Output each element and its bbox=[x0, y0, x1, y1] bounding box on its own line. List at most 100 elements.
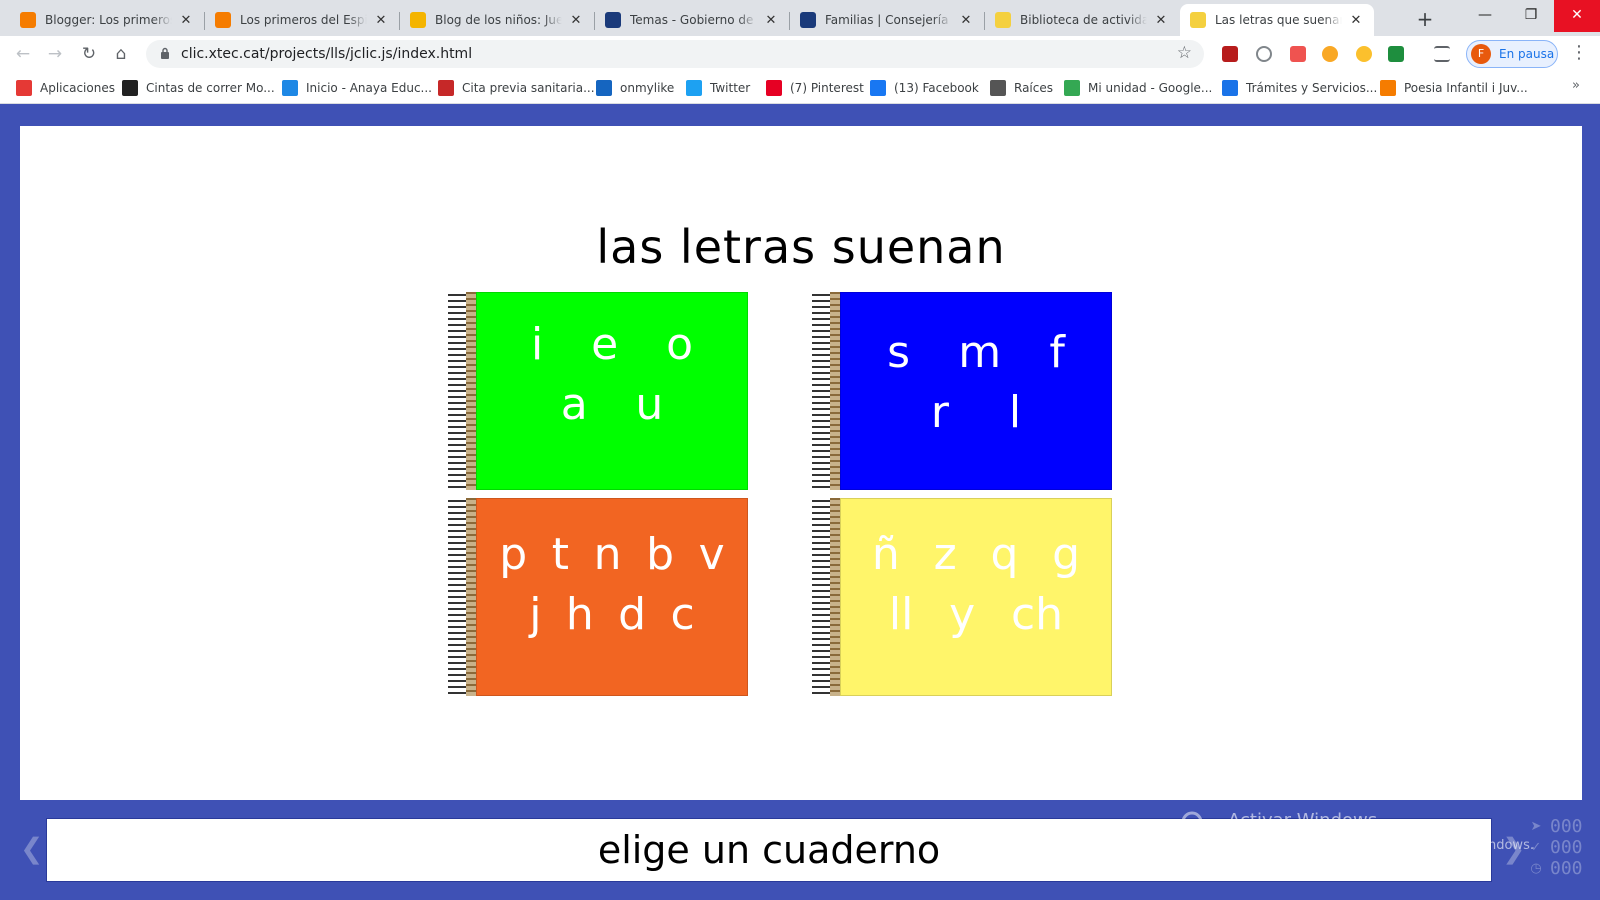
reload-button[interactable]: ↻ bbox=[76, 41, 102, 67]
tab-title: Familias | Consejería de Educación bbox=[825, 13, 952, 27]
letter: y bbox=[949, 589, 976, 640]
browser-tab[interactable]: Familias | Consejería de Educación ✕ bbox=[790, 4, 984, 36]
tab-title: Biblioteca de actividades bbox=[1020, 13, 1147, 27]
notebook-vowels[interactable]: ieo au bbox=[448, 292, 748, 490]
letter: g bbox=[1052, 529, 1081, 580]
tab-title: Los primeros del Espinillo bbox=[240, 13, 367, 27]
google-drive-icon bbox=[1064, 80, 1080, 96]
blogger-icon bbox=[215, 12, 231, 28]
bookmark-label: Raíces bbox=[1014, 81, 1053, 95]
activity-title: las letras suenan bbox=[596, 220, 1006, 274]
bookmark-item[interactable]: Aplicaciones bbox=[16, 79, 115, 97]
minimize-button[interactable]: — bbox=[1462, 0, 1508, 32]
restore-button[interactable]: ❐ bbox=[1508, 0, 1554, 32]
back-button[interactable]: ← bbox=[10, 41, 36, 67]
letter: z bbox=[933, 529, 957, 580]
pdf-extension-icon[interactable] bbox=[1222, 46, 1238, 62]
browser-tab[interactable]: Blogger: Los primeros del Espinillo ✕ bbox=[10, 4, 204, 36]
browser-tab[interactable]: Las letras que suenan ✕ bbox=[1180, 4, 1374, 36]
bookmark-item[interactable]: (13) Facebook bbox=[870, 79, 979, 97]
browser-tab[interactable]: Los primeros del Espinillo ✕ bbox=[205, 4, 399, 36]
extension-circle-icon[interactable] bbox=[1256, 46, 1272, 62]
score-value: 000 bbox=[1550, 837, 1583, 858]
notebook-cover[interactable]: ieo au bbox=[476, 292, 748, 490]
twitter-icon bbox=[686, 80, 702, 96]
letter-row: smf bbox=[841, 327, 1111, 378]
bookmark-label: (13) Facebook bbox=[894, 81, 979, 95]
tab-close-icon[interactable]: ✕ bbox=[958, 13, 974, 28]
address-bar[interactable]: clic.xtec.cat/projects/lls/jclic.js/inde… bbox=[146, 40, 1204, 68]
letter: a bbox=[560, 379, 588, 430]
bookmark-item[interactable]: onmylike bbox=[596, 79, 674, 97]
bookmark-item[interactable]: Raíces bbox=[990, 79, 1053, 97]
notebook-cover[interactable]: ñ z q g ll y ch bbox=[840, 498, 1112, 696]
coat-of-arms-icon bbox=[800, 12, 816, 28]
new-tab-button[interactable]: + bbox=[1412, 6, 1438, 32]
bookmark-item[interactable]: Cintas de correr Mo... bbox=[122, 79, 275, 97]
browser-tab[interactable]: Biblioteca de actividades ✕ bbox=[985, 4, 1179, 36]
notebook-ptnbv[interactable]: ptnbv jhdc bbox=[448, 498, 748, 696]
activity-stage: las letras suenan ieoausmfrlptnbvjhdcñzq… bbox=[20, 126, 1582, 800]
letter: ñ bbox=[871, 529, 900, 580]
letter: u bbox=[635, 379, 664, 430]
browser-menu-icon[interactable]: ⋮ bbox=[1570, 42, 1588, 63]
window-close-button[interactable]: ✕ bbox=[1554, 0, 1600, 32]
notebook-cover[interactable]: ptnbv jhdc bbox=[476, 498, 748, 696]
notebook-nzqg[interactable]: ñ z q g ll y ch bbox=[812, 498, 1112, 696]
bookmark-item[interactable]: Cita previa sanitaria... bbox=[438, 79, 595, 97]
forward-button[interactable]: → bbox=[42, 41, 68, 67]
browser-tab[interactable]: Temas - Gobierno de Canarias ✕ bbox=[595, 4, 789, 36]
avatar: F bbox=[1471, 44, 1491, 64]
lock-icon[interactable] bbox=[160, 47, 170, 59]
letter: e bbox=[591, 319, 619, 370]
browser-tab[interactable]: Blog de los niños: Juegos ✕ bbox=[400, 4, 594, 36]
bookmark-item[interactable]: Inicio - Anaya Educ... bbox=[282, 79, 432, 97]
letter: ch bbox=[1010, 589, 1064, 640]
letter: f bbox=[1049, 327, 1065, 378]
letter: q bbox=[990, 529, 1019, 580]
browser-toolbar: ← → ↻ ⌂ clic.xtec.cat/projects/lls/jclic… bbox=[0, 36, 1600, 72]
bookmark-item[interactable]: Mi unidad - Google... bbox=[1064, 79, 1212, 97]
tab-close-icon[interactable]: ✕ bbox=[1348, 13, 1364, 28]
search-extension-icon[interactable] bbox=[1322, 46, 1338, 62]
tab-title: Blogger: Los primeros del Espinillo bbox=[45, 13, 172, 27]
facebook-icon bbox=[870, 80, 886, 96]
bookmark-item[interactable]: Poesia Infantil i Juv... bbox=[1380, 79, 1528, 97]
home-extension-icon[interactable] bbox=[1356, 46, 1372, 62]
letter: o bbox=[666, 319, 694, 370]
letter: h bbox=[565, 589, 594, 640]
profile-status: En pausa bbox=[1499, 47, 1555, 61]
tab-title: Temas - Gobierno de Canarias bbox=[630, 13, 757, 27]
notebook-cover[interactable]: smfrl bbox=[840, 292, 1112, 490]
home-button[interactable]: ⌂ bbox=[108, 41, 134, 67]
bookmark-item[interactable]: Trámites y Servicios... bbox=[1222, 79, 1377, 97]
check-extension-icon[interactable] bbox=[1388, 46, 1404, 62]
bookmark-label: Poesia Infantil i Juv... bbox=[1404, 81, 1528, 95]
bookmark-label: Mi unidad - Google... bbox=[1088, 81, 1213, 95]
bookmark-star-icon[interactable]: ☆ bbox=[1177, 43, 1192, 63]
letter: s bbox=[887, 327, 911, 378]
bookmark-label: Aplicaciones bbox=[40, 81, 115, 95]
profile-button[interactable]: F En pausa bbox=[1466, 40, 1558, 68]
media-queue-icon[interactable] bbox=[1434, 46, 1450, 62]
tab-close-icon[interactable]: ✕ bbox=[763, 13, 779, 28]
more-bookmarks-icon[interactable]: » bbox=[1572, 78, 1580, 93]
notebook-smf[interactable]: smfrl bbox=[812, 292, 1112, 490]
bookmark-item[interactable]: (7) Pinterest bbox=[766, 79, 864, 97]
pocket-extension-icon[interactable] bbox=[1290, 46, 1306, 62]
tab-close-icon[interactable]: ✕ bbox=[178, 13, 194, 28]
letter: b bbox=[646, 529, 675, 580]
bookmark-label: Trámites y Servicios... bbox=[1246, 81, 1378, 95]
letter: c bbox=[670, 589, 695, 640]
letter-row: ll y ch bbox=[841, 589, 1111, 640]
url-text[interactable]: clic.xtec.cat/projects/lls/jclic.js/inde… bbox=[181, 46, 472, 62]
tab-close-icon[interactable]: ✕ bbox=[373, 13, 389, 28]
bookmark-label: onmylike bbox=[620, 81, 675, 95]
previous-activity-button[interactable]: ❮ bbox=[20, 832, 43, 865]
jclic-player: las letras suenan ieoausmfrlptnbvjhdcñzq… bbox=[0, 104, 1600, 900]
pinterest-icon bbox=[766, 80, 782, 96]
smiley-icon bbox=[410, 12, 426, 28]
tab-close-icon[interactable]: ✕ bbox=[568, 13, 584, 28]
tab-close-icon[interactable]: ✕ bbox=[1153, 13, 1169, 28]
bookmark-item[interactable]: Twitter bbox=[686, 79, 750, 97]
